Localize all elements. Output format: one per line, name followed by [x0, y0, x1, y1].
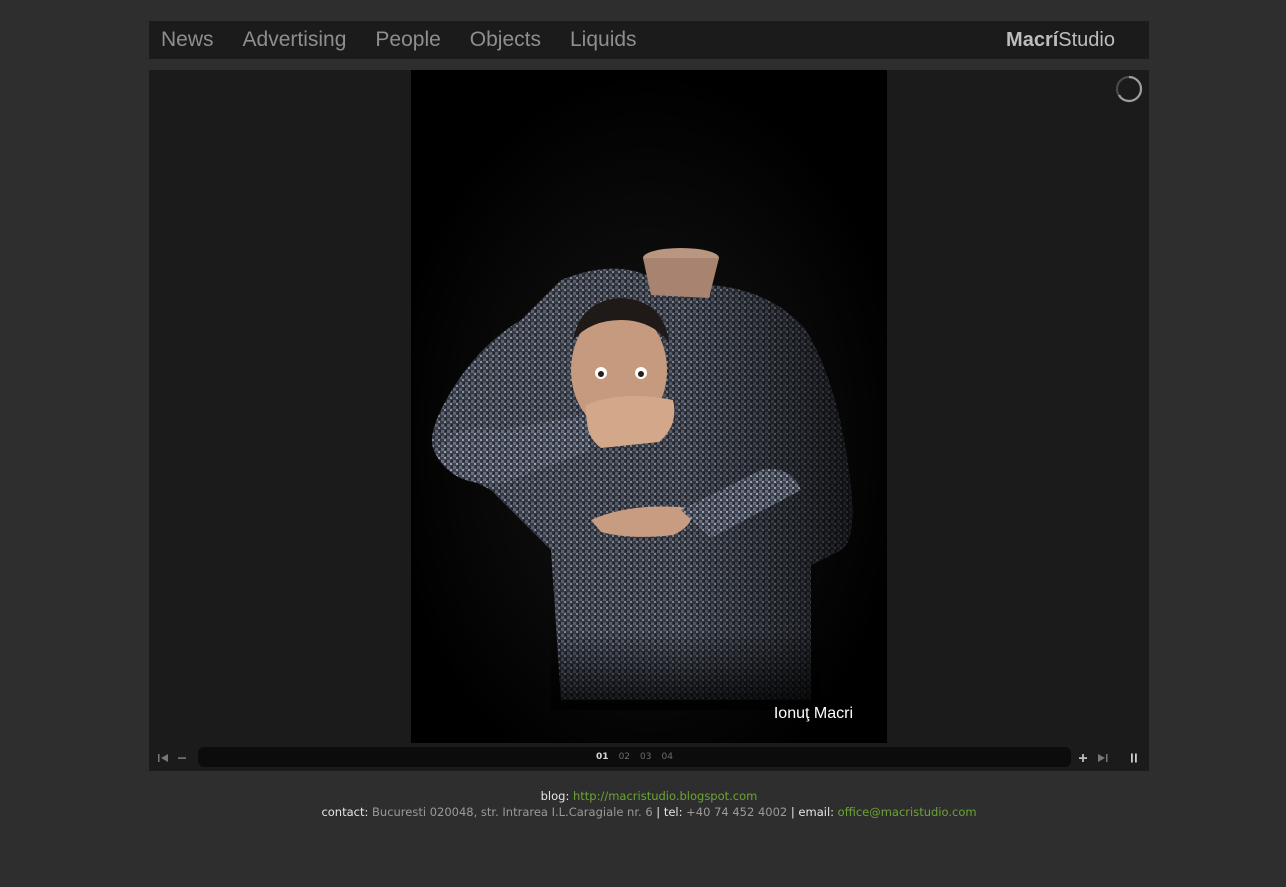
- footer-contact-line: contact: Bucuresti 020048, str. Intrarea…: [0, 804, 1286, 820]
- nav-item-news[interactable]: News: [161, 21, 214, 59]
- loading-spinner-icon: [1115, 75, 1143, 103]
- page-number-1[interactable]: 01: [596, 752, 609, 762]
- page-footer: blog: http://macristudio.blogspot.com co…: [0, 788, 1286, 820]
- tel-number: +40 74 452 4002: [686, 805, 788, 819]
- email-link[interactable]: office@macristudio.com: [838, 805, 977, 819]
- gallery-wrapper: News Advertising People Objects Liquids …: [149, 21, 1149, 771]
- email-label: email:: [798, 805, 835, 819]
- skip-first-icon[interactable]: [156, 745, 172, 771]
- gallery-photo[interactable]: Ionuţ Macri: [411, 70, 887, 743]
- minus-icon[interactable]: [175, 745, 191, 771]
- photo-illustration: [411, 70, 887, 743]
- tel-label: tel:: [663, 805, 683, 819]
- pause-icon[interactable]: [1126, 745, 1142, 771]
- separator: |: [790, 805, 795, 819]
- logo-bold-part: Macrí: [1006, 29, 1059, 51]
- slideshow-controls: 01 02 03 04: [149, 745, 1149, 771]
- logo-regular-part: Studio: [1058, 29, 1115, 51]
- nav-item-advertising[interactable]: Advertising: [243, 21, 347, 59]
- contact-label: contact:: [321, 805, 369, 819]
- site-logo[interactable]: MacríStudio: [1006, 21, 1115, 59]
- page-number-4[interactable]: 04: [661, 752, 672, 762]
- top-navigation-bar: News Advertising People Objects Liquids …: [149, 21, 1149, 59]
- blog-label: blog:: [540, 789, 570, 803]
- main-nav: News Advertising People Objects Liquids: [161, 21, 666, 59]
- nav-item-objects[interactable]: Objects: [470, 21, 541, 59]
- skip-last-icon[interactable]: [1094, 745, 1110, 771]
- plus-icon[interactable]: [1076, 745, 1092, 771]
- nav-item-liquids[interactable]: Liquids: [570, 21, 637, 59]
- contact-address: Bucuresti 020048, str. Intrarea I.L.Cara…: [372, 805, 653, 819]
- page-number-3[interactable]: 03: [640, 752, 651, 762]
- nav-item-people[interactable]: People: [375, 21, 440, 59]
- footer-blog-line: blog: http://macristudio.blogspot.com: [0, 788, 1286, 804]
- photo-caption: Ionuţ Macri: [773, 705, 853, 722]
- image-stage: Ionuţ Macri: [149, 70, 1149, 745]
- separator: |: [656, 805, 661, 819]
- page-number-2[interactable]: 02: [619, 752, 630, 762]
- blog-link[interactable]: http://macristudio.blogspot.com: [573, 789, 757, 803]
- slideshow-progress-track[interactable]: 01 02 03 04: [198, 747, 1071, 767]
